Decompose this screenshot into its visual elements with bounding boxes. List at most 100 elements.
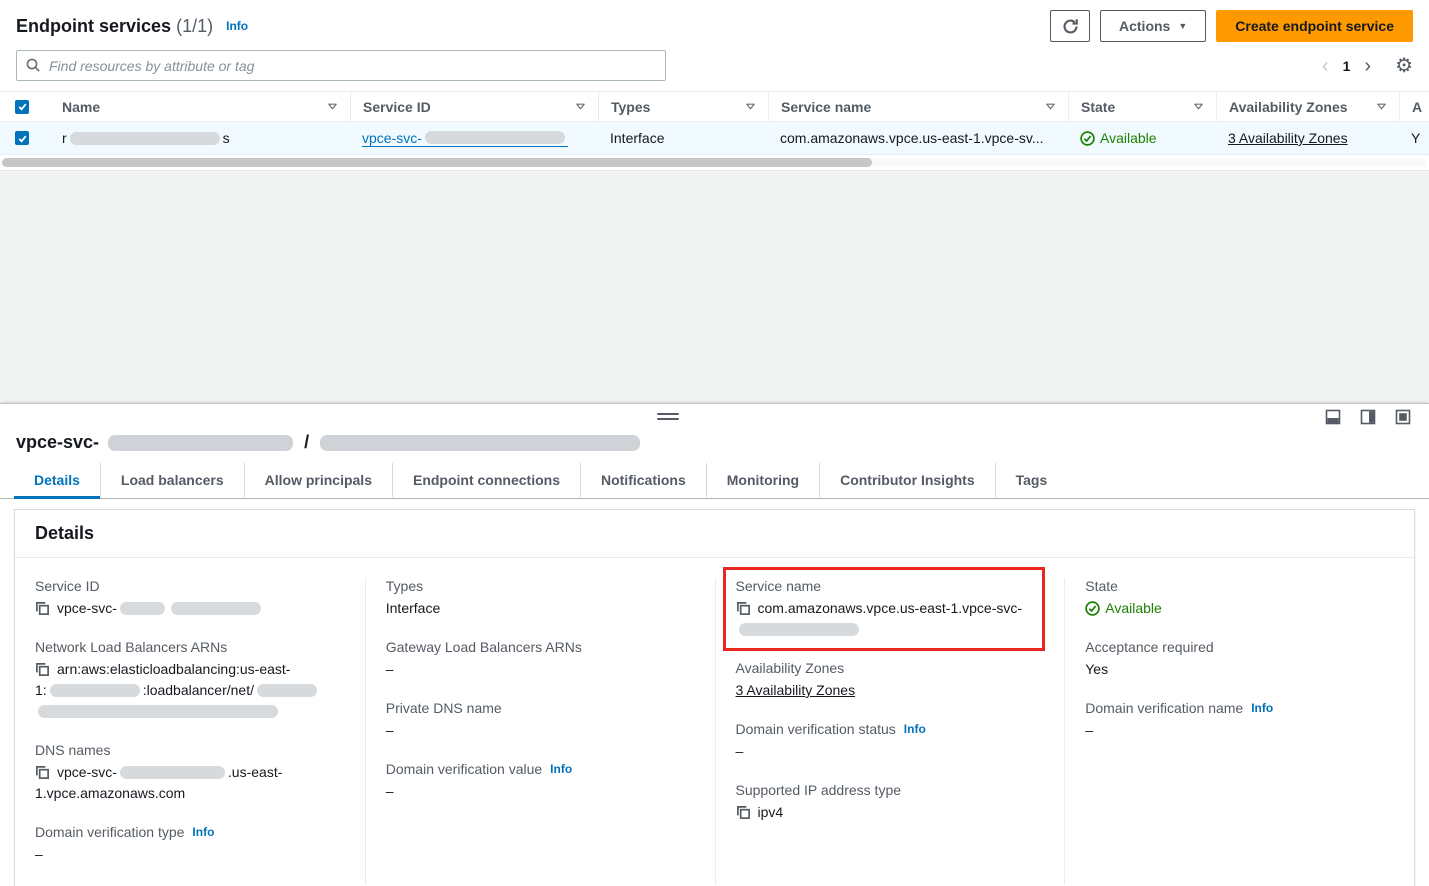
split-panel-layout-controls <box>1325 409 1411 425</box>
tab-load-balancers[interactable]: Load balancers <box>100 463 244 499</box>
tab-contributor-insights[interactable]: Contributor Insights <box>819 463 995 499</box>
row-checkbox[interactable] <box>15 131 29 145</box>
redacted-text <box>739 623 859 636</box>
split-panel-fullscreen-button[interactable] <box>1395 409 1411 425</box>
refresh-icon <box>1062 18 1079 35</box>
field-dns-names: DNS names vpce-svc-.us-east- 1.vpce.amaz… <box>35 742 345 804</box>
cell-service-id: vpce-svc- <box>350 122 598 154</box>
redacted-text <box>108 435 293 451</box>
split-panel-fullscreen-icon <box>1395 409 1411 425</box>
cell-types: Interface <box>598 122 768 154</box>
info-link[interactable]: Info <box>904 722 926 736</box>
split-panel-bar <box>0 404 1429 430</box>
horizontal-scrollbar[interactable] <box>2 158 1427 167</box>
search-input[interactable] <box>16 50 666 81</box>
cell-availability-zones: 3 Availability Zones <box>1216 122 1399 154</box>
info-link[interactable]: Info <box>550 762 572 776</box>
field-glb-arns: Gateway Load Balancers ARNs – <box>386 639 695 680</box>
split-panel-bottom-button[interactable] <box>1325 409 1341 425</box>
create-endpoint-service-button[interactable]: Create endpoint service <box>1216 10 1413 42</box>
success-check-icon <box>1085 601 1100 616</box>
tab-details[interactable]: Details <box>14 463 100 499</box>
details-column-2: Types Interface Gateway Load Balancers A… <box>365 578 715 885</box>
tab-endpoint-connections[interactable]: Endpoint connections <box>392 463 580 499</box>
select-all-checkbox[interactable] <box>0 92 50 121</box>
cell-acceptance: Y <box>1399 122 1429 154</box>
sort-icon <box>1193 101 1204 112</box>
content-background <box>0 170 1429 403</box>
field-private-dns-name: Private DNS name – <box>386 700 695 741</box>
column-header-service-id[interactable]: Service ID <box>350 92 598 121</box>
availability-zones-link[interactable]: 3 Availability Zones <box>736 682 856 698</box>
split-panel-bottom-icon <box>1325 409 1341 425</box>
tab-monitoring[interactable]: Monitoring <box>706 463 819 499</box>
caret-down-icon: ▼ <box>1178 22 1187 31</box>
pagination: ‹ 1 › ⚙ <box>1322 56 1413 76</box>
details-heading: Details <box>35 523 1394 544</box>
cell-name: rs <box>50 122 350 154</box>
field-service-name: Service name com.amazonaws.vpce.us-east-… <box>736 578 1045 640</box>
details-card: Details Service ID vpce-svc- Network Loa… <box>14 509 1415 886</box>
info-link[interactable]: Info <box>192 825 214 839</box>
field-domain-verification-type: Domain verification type Info – <box>35 824 345 865</box>
sort-icon <box>1376 101 1387 112</box>
refresh-button[interactable] <box>1050 10 1090 42</box>
sort-icon <box>745 101 756 112</box>
copy-icon[interactable] <box>35 662 50 677</box>
search-box[interactable] <box>16 50 666 81</box>
details-column-1: Service ID vpce-svc- Network Load Balanc… <box>15 578 365 885</box>
next-page-button[interactable]: › <box>1364 56 1371 76</box>
column-header-state[interactable]: State <box>1068 92 1216 121</box>
copy-icon[interactable] <box>736 601 751 616</box>
settings-gear-icon[interactable]: ⚙ <box>1395 56 1413 76</box>
redacted-text <box>257 684 317 697</box>
previous-page-button[interactable]: ‹ <box>1322 56 1329 76</box>
endpoint-services-page: Endpoint services (1/1) Info Actions ▼ C… <box>0 0 1429 167</box>
field-types: Types Interface <box>386 578 695 619</box>
field-service-id: Service ID vpce-svc- <box>35 578 345 619</box>
copy-icon[interactable] <box>35 765 50 780</box>
tab-tags[interactable]: Tags <box>995 463 1068 499</box>
tab-allow-principals[interactable]: Allow principals <box>244 463 392 499</box>
panel-title: vpce-svc- / <box>0 430 1429 463</box>
page-info-link[interactable]: Info <box>226 19 248 33</box>
actions-label: Actions <box>1119 18 1170 34</box>
column-header-service-name[interactable]: Service name <box>768 92 1068 121</box>
field-domain-verification-name: Domain verification name Info – <box>1085 700 1394 741</box>
page-title-text: Endpoint services <box>16 16 171 36</box>
details-column-4: State Available Acceptance required Yes … <box>1064 578 1414 885</box>
column-header-types[interactable]: Types <box>598 92 768 121</box>
redacted-text <box>38 705 278 718</box>
resource-count: (1/1) <box>176 16 213 36</box>
tab-notifications[interactable]: Notifications <box>580 463 706 499</box>
service-id-link[interactable]: vpce-svc- <box>362 130 568 147</box>
scrollbar-thumb[interactable] <box>2 158 872 167</box>
column-header-acceptance[interactable]: A <box>1399 92 1429 121</box>
actions-button[interactable]: Actions ▼ <box>1100 10 1206 42</box>
endpoint-services-table: Name Service ID Types Service name State… <box>0 91 1429 167</box>
cell-service-name: com.amazonaws.vpce.us-east-1.vpce-sv... <box>768 122 1068 154</box>
sort-icon <box>327 101 338 112</box>
field-availability-zones: Availability Zones 3 Availability Zones <box>736 660 1045 701</box>
split-panel-resize-handle[interactable] <box>657 413 679 420</box>
copy-icon[interactable] <box>736 805 751 820</box>
table-header-row: Name Service ID Types Service name State… <box>0 92 1429 122</box>
details-card-body: Service ID vpce-svc- Network Load Balanc… <box>15 558 1414 886</box>
header-actions: Actions ▼ Create endpoint service <box>1050 10 1413 42</box>
copy-icon[interactable] <box>35 601 50 616</box>
column-header-name[interactable]: Name <box>50 92 350 121</box>
table-row[interactable]: rs vpce-svc- Interface com.amazonaws.vpc… <box>0 122 1429 155</box>
redacted-text <box>425 131 565 144</box>
availability-zones-link[interactable]: 3 Availability Zones <box>1228 130 1348 146</box>
details-card-header: Details <box>15 510 1414 558</box>
info-link[interactable]: Info <box>1251 701 1273 715</box>
redacted-text <box>171 602 261 615</box>
split-panel-side-button[interactable] <box>1360 409 1376 425</box>
column-header-availability-zones[interactable]: Availability Zones <box>1216 92 1399 121</box>
field-domain-verification-status: Domain verification status Info – <box>736 721 1045 762</box>
current-page[interactable]: 1 <box>1343 58 1351 74</box>
details-column-3: Service name com.amazonaws.vpce.us-east-… <box>715 578 1065 885</box>
sort-icon <box>1045 101 1056 112</box>
field-acceptance-required: Acceptance required Yes <box>1085 639 1394 680</box>
redacted-text <box>120 766 225 779</box>
